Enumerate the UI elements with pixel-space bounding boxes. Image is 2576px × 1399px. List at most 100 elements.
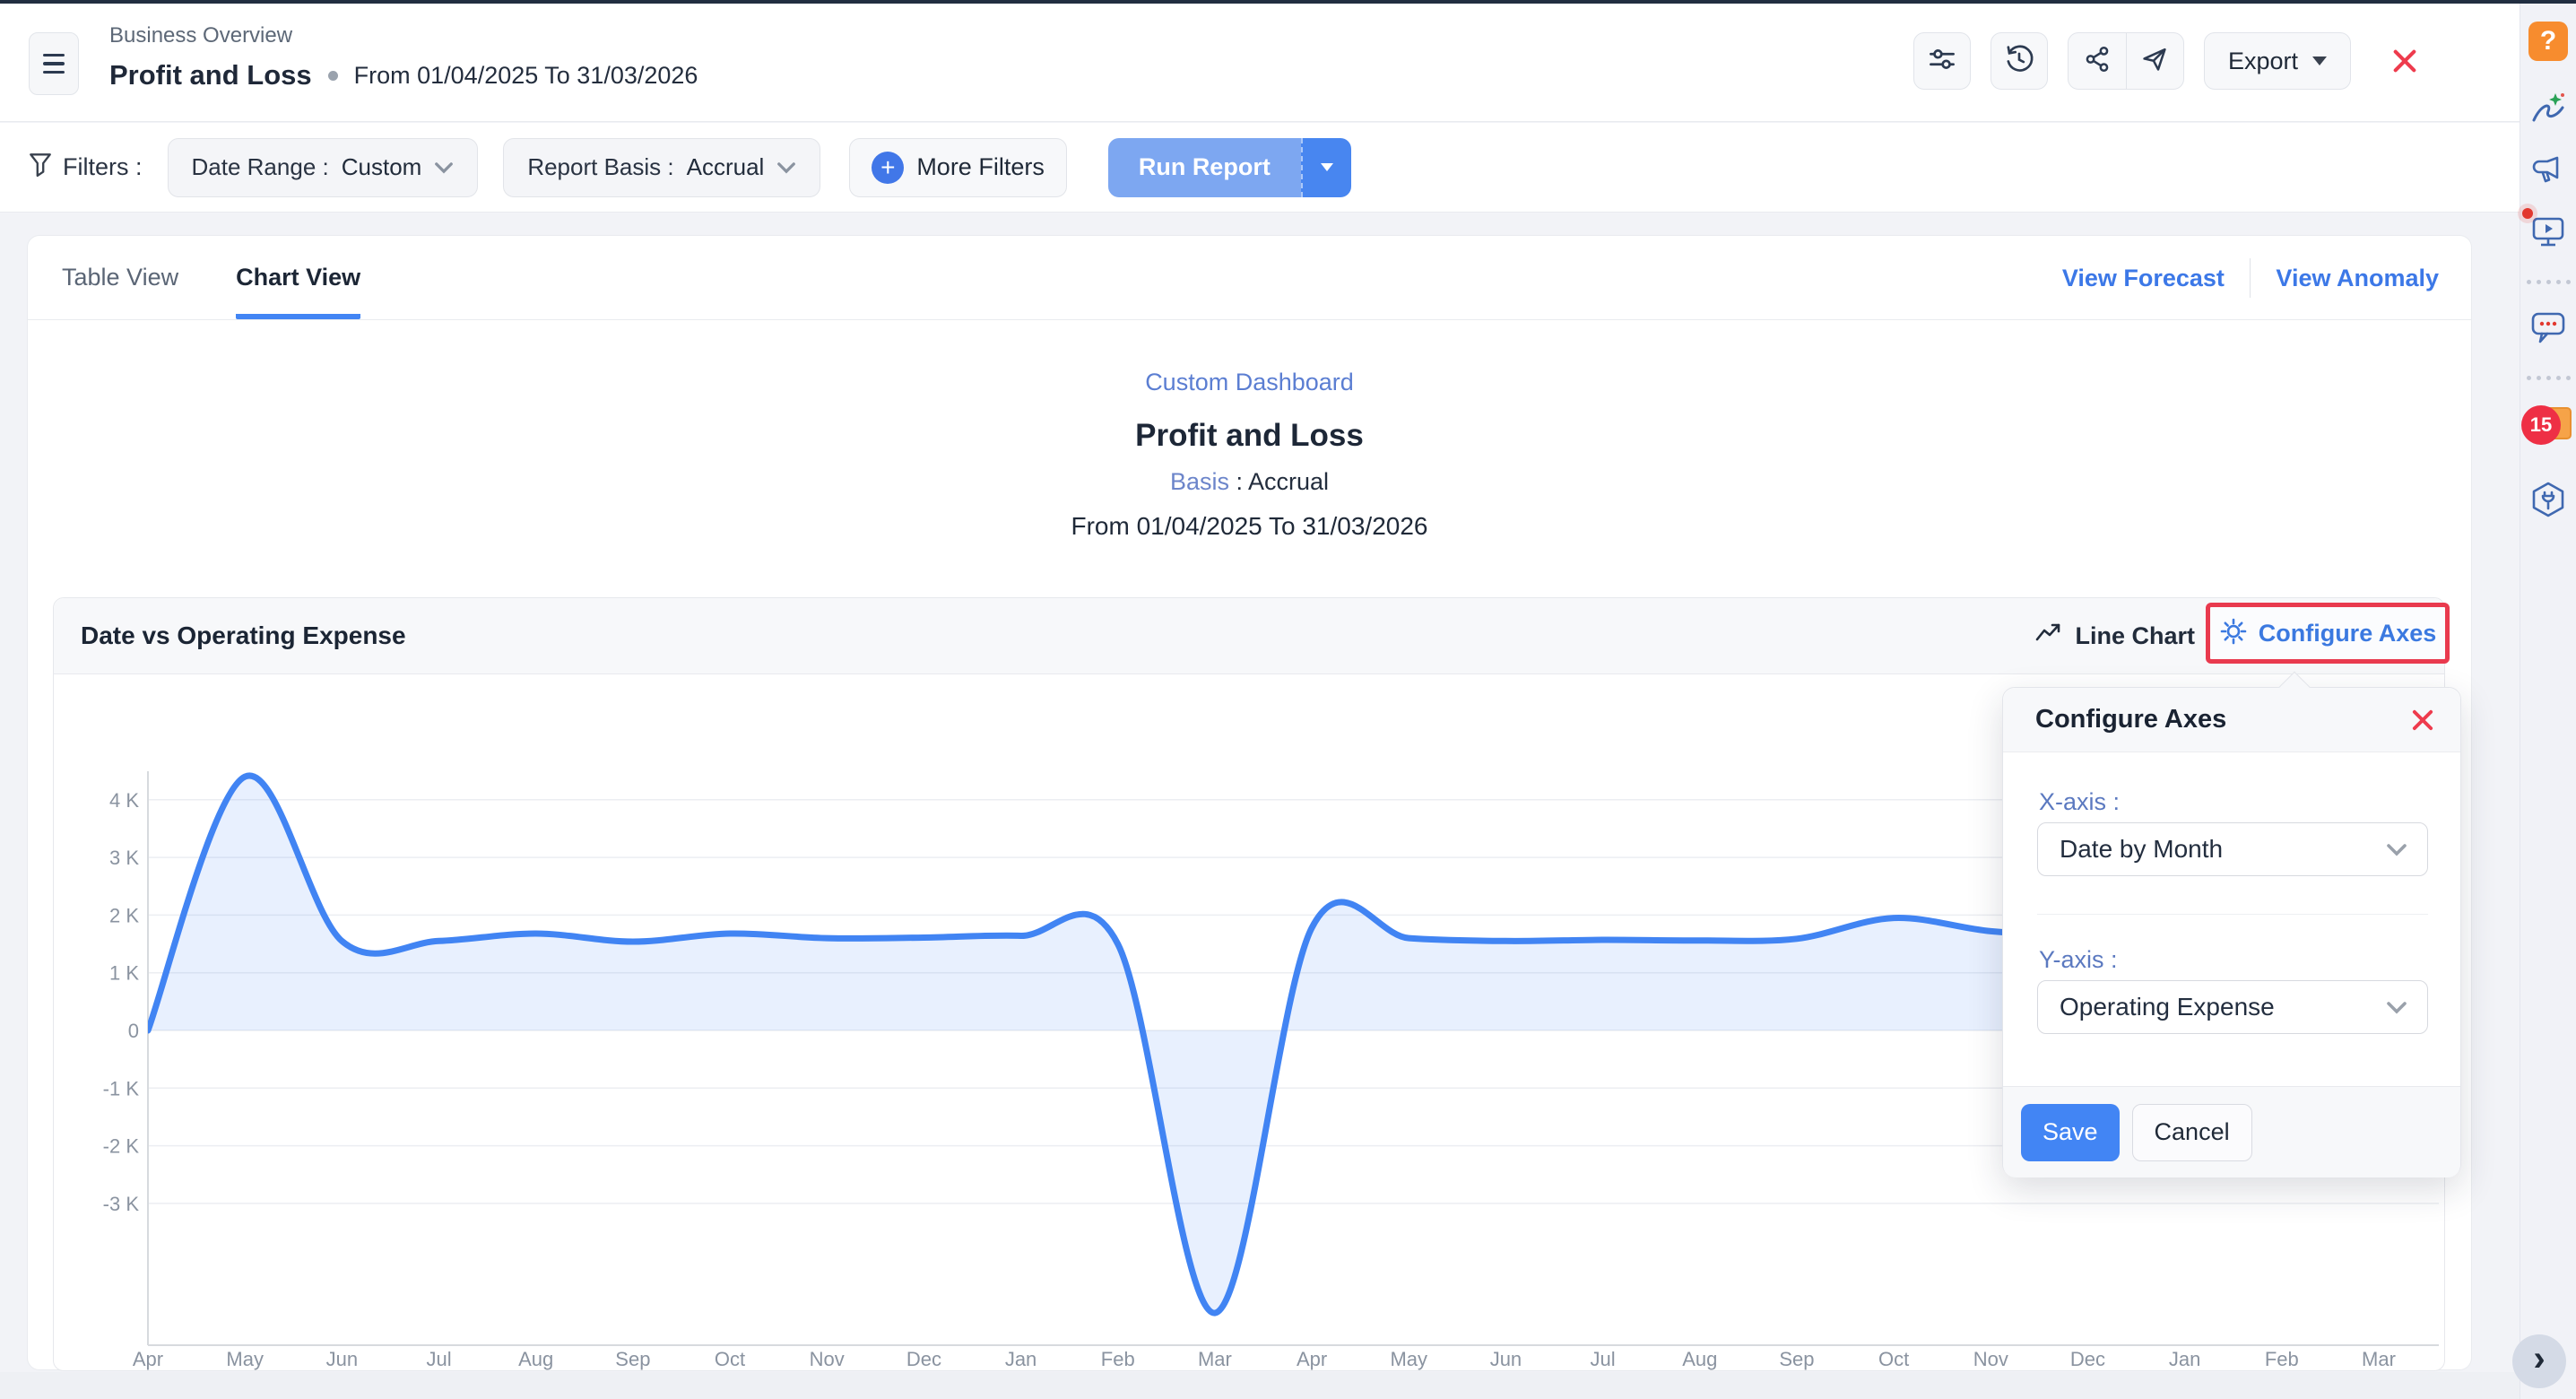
breadcrumb[interactable]: Business Overview [109, 23, 292, 48]
run-report-dropdown-button[interactable] [1301, 138, 1351, 197]
send-icon [2140, 45, 2169, 78]
zia-icon [2528, 91, 2568, 127]
bottom-gutter [0, 1372, 2520, 1399]
chart-type-label: Line Chart [2075, 622, 2195, 650]
svg-text:Aug: Aug [1682, 1348, 1717, 1370]
trend-line-icon [2035, 621, 2062, 651]
svg-text:-1 K: -1 K [103, 1077, 140, 1099]
y-axis-select[interactable]: Operating Expense [2037, 980, 2428, 1034]
tab-table-view-label: Table View [62, 264, 178, 291]
hamburger-menu-button[interactable] [29, 32, 79, 95]
more-filters-button[interactable]: + More Filters [849, 138, 1067, 197]
export-button[interactable]: Export [2204, 32, 2351, 90]
svg-text:4 K: 4 K [109, 789, 139, 812]
svg-text:0: 0 [128, 1020, 139, 1042]
tab-chart-view[interactable]: Chart View [236, 236, 360, 319]
funnel-icon [27, 151, 54, 184]
configure-axes-label: Configure Axes [2259, 620, 2437, 647]
zia-assistant-button[interactable] [2528, 91, 2568, 127]
export-label: Export [2228, 48, 2298, 75]
svg-text:Sep: Sep [615, 1348, 650, 1370]
sidebar-separator [2527, 280, 2571, 284]
tab-table-view[interactable]: Table View [62, 236, 178, 319]
x-axis-value: Date by Month [2060, 835, 2223, 864]
popup-title: Configure Axes [2035, 705, 2226, 734]
svg-text:1 K: 1 K [109, 962, 139, 985]
report-basis-line: Basis : Accrual [28, 468, 2471, 496]
filters-bar: Filters : Date Range : Custom Report Bas… [0, 123, 2520, 213]
view-forecast-link[interactable]: View Forecast [2062, 265, 2225, 292]
popup-footer: Save Cancel [2003, 1086, 2460, 1177]
basis-label: Basis [1170, 468, 1229, 495]
page-title-row: Profit and Loss From 01/04/2025 To 31/03… [109, 59, 698, 91]
cancel-button[interactable]: Cancel [2132, 1104, 2252, 1161]
view-anomaly-link[interactable]: View Anomaly [2276, 265, 2439, 292]
integrations-button[interactable] [2528, 481, 2568, 520]
svg-text:Apr: Apr [1297, 1348, 1327, 1370]
customize-button[interactable] [1913, 32, 1971, 90]
chevron-right-icon: › [2533, 1341, 2545, 1377]
send-button[interactable] [2126, 33, 2183, 89]
date-range-filter[interactable]: Date Range : Custom [168, 138, 479, 197]
report-title: Profit and Loss [28, 418, 2471, 454]
report-date-range: From 01/04/2025 To 31/03/2026 [28, 512, 2471, 541]
view-links: View Forecast View Anomaly [2062, 236, 2439, 320]
feedback-chat-button[interactable] [2529, 309, 2567, 345]
date-range-label: Date Range : [192, 153, 329, 181]
svg-text:Jul: Jul [426, 1348, 451, 1370]
filters-label: Filters : [63, 153, 143, 181]
close-report-button[interactable] [2389, 45, 2421, 77]
configure-axes-button[interactable]: Configure Axes [2206, 603, 2450, 664]
svg-text:Jan: Jan [2169, 1348, 2200, 1370]
chart-type-dropdown[interactable]: Line Chart [2035, 621, 2220, 651]
save-button[interactable]: Save [2021, 1104, 2120, 1161]
svg-text:Aug: Aug [518, 1348, 553, 1370]
report-heading: Custom Dashboard Profit and Loss Basis :… [28, 320, 2471, 541]
svg-text:Jul: Jul [1591, 1348, 1616, 1370]
share-button[interactable] [2069, 33, 2126, 89]
x-axis-select[interactable]: Date by Month [2037, 822, 2428, 876]
svg-text:-2 K: -2 K [103, 1135, 140, 1158]
notifications-button[interactable]: 15 [2525, 405, 2572, 448]
announcements-button[interactable] [2530, 154, 2566, 188]
close-icon [2408, 706, 2437, 734]
report-basis-label: Report Basis : [527, 153, 673, 181]
monitor-play-icon [2529, 212, 2567, 249]
svg-text:2 K: 2 K [109, 904, 139, 926]
more-filters-label: More Filters [916, 153, 1045, 181]
svg-text:Sep: Sep [1779, 1348, 1814, 1370]
vertical-divider [2250, 258, 2251, 298]
share-send-group [2068, 32, 2184, 90]
refresh-history-button[interactable] [1991, 32, 2048, 90]
custom-dashboard-link[interactable]: Custom Dashboard [1145, 369, 1354, 396]
chevron-down-icon [2386, 1001, 2407, 1014]
page-header: Business Overview Profit and Loss From 0… [0, 4, 2520, 122]
sidebar-separator [2527, 376, 2571, 380]
svg-text:Oct: Oct [1878, 1348, 1909, 1370]
video-tour-button[interactable] [2529, 212, 2567, 249]
chart-controls: Line Chart [2035, 598, 2220, 674]
chart-title: Date vs Operating Expense [81, 621, 406, 650]
popup-close-button[interactable] [2408, 706, 2437, 734]
report-basis-filter[interactable]: Report Basis : Accrual [503, 138, 820, 197]
chat-bubble-icon [2529, 309, 2567, 345]
basis-value: : Accrual [1236, 468, 1330, 495]
plus-icon: + [872, 152, 904, 184]
help-button[interactable]: ? [2528, 22, 2568, 61]
chevron-down-icon [1321, 163, 1333, 171]
run-report-button[interactable]: Run Report [1108, 138, 1301, 197]
share-icon [2083, 45, 2112, 78]
help-question-icon: ? [2540, 26, 2556, 56]
svg-text:Dec: Dec [2070, 1348, 2105, 1370]
y-axis-label: Y-axis : [2039, 946, 2118, 974]
expand-panel-button[interactable]: › [2512, 1334, 2566, 1388]
dot-separator [328, 71, 338, 81]
svg-text:Mar: Mar [1198, 1348, 1232, 1370]
svg-text:Apr: Apr [133, 1348, 163, 1370]
y-axis-value: Operating Expense [2060, 993, 2275, 1021]
configure-axes-popup: Configure Axes X-axis : Date by Month Y-… [2002, 687, 2461, 1177]
sliders-icon [1928, 45, 1956, 78]
page-title: Profit and Loss [109, 59, 312, 91]
header-date-range: From 01/04/2025 To 31/03/2026 [354, 62, 698, 90]
svg-text:Mar: Mar [2362, 1348, 2396, 1370]
